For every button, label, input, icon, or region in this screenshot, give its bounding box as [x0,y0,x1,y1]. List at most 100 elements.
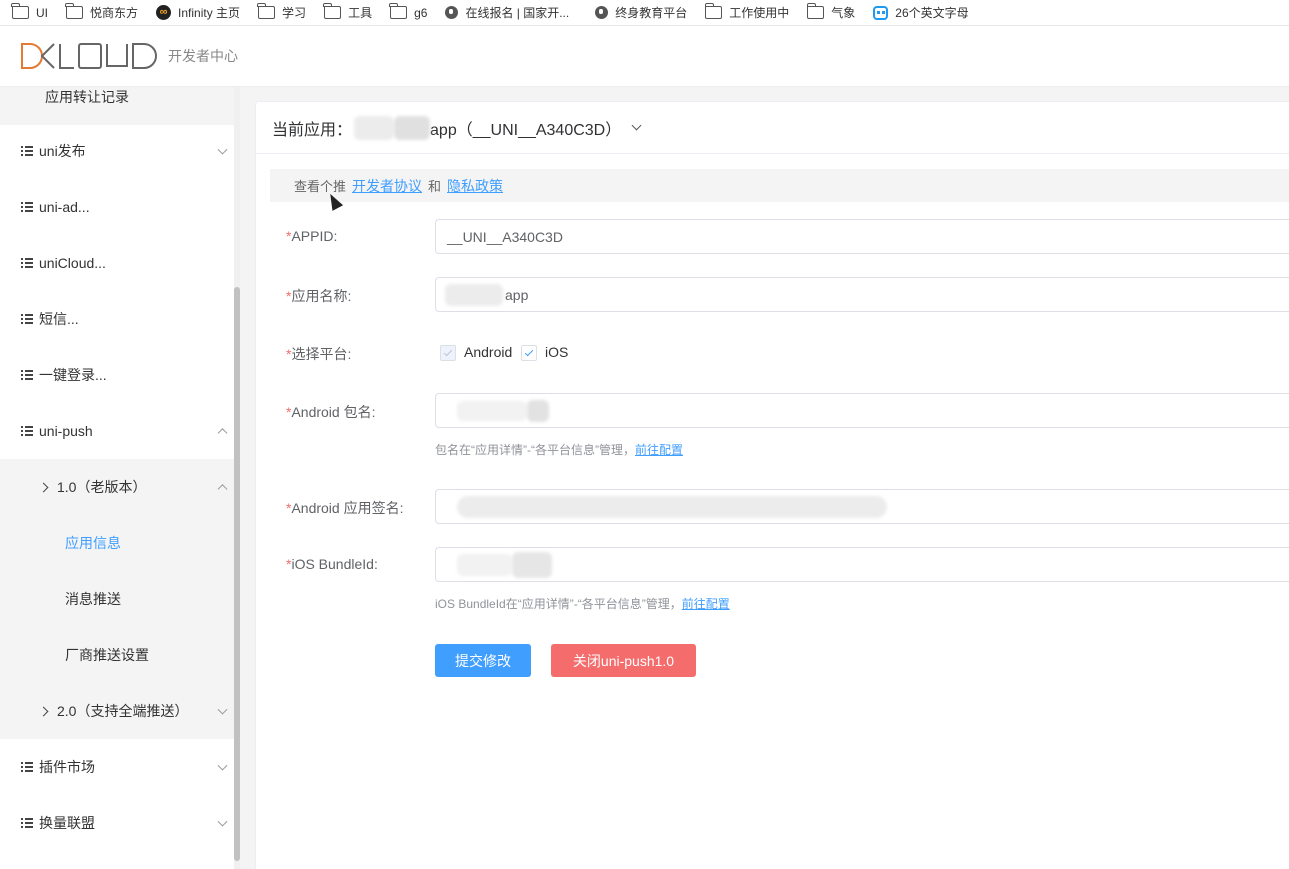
folder-icon [11,3,29,19]
appid-label: *APPID: [286,228,338,244]
goto-config-link[interactable]: 前往配置 [682,597,730,611]
android-sign-label: *Android 应用签名: [286,500,404,516]
chevron-down-icon [217,816,228,827]
chevron-right-icon [38,706,49,716]
sidebar-item-label: uni-ad... [39,199,90,215]
sidebar-item-push-v2[interactable]: 2.0（支持全端推送） [0,683,236,739]
dcloud-logo-mark [21,43,157,69]
list-icon [21,314,33,324]
redacted-app-name [445,283,503,306]
sidebar-item-vendor-push[interactable]: 厂商推送设置 [0,627,236,683]
list-icon [21,762,33,772]
developer-agreement-link[interactable]: 开发者协议 [352,176,422,196]
bookmark-weather[interactable]: 气象 [806,0,855,25]
sidebar-item-label: 换量联盟 [39,815,95,831]
sidebar-item-alliance[interactable]: 换量联盟 [0,795,236,851]
list-icon [21,258,33,268]
appid-input[interactable]: __UNI__A340C3D [435,219,1289,254]
list-icon [21,818,33,828]
bookmark-signup[interactable]: 在线报名 | 国家开... [445,0,569,25]
sidebar-item-label: 一键登录... [39,367,107,383]
close-push-button[interactable]: 关闭uni-push1.0 [551,644,696,677]
current-app-selector[interactable]: 当前应用： app（__UNI__A340C3D） [256,102,1289,154]
android-package-input[interactable] [435,393,1289,428]
chevron-up-icon [217,428,228,439]
folder-icon [65,3,83,19]
sidebar-item-label: 短信... [39,311,79,327]
redacted-value [527,399,549,422]
sidebar-item-unicloud[interactable]: uniCloud... [0,235,236,291]
bookmark-infinity[interactable]: ∞ Infinity 主页 [156,0,240,25]
redacted-value [457,553,512,576]
app-info-card: 当前应用： app（__UNI__A340C3D） [255,101,1289,869]
robot-icon [873,5,889,20]
chevron-down-icon [217,760,228,771]
android-package-hint: 包名在“应用详情”-“各平台信息”管理，前往配置 [435,443,683,457]
bookmark-edu[interactable]: 终身教育平台 [595,0,687,25]
sidebar-item-label: 插件市场 [39,759,95,775]
android-checkbox[interactable] [440,345,456,361]
sidebar-item-label: 应用信息 [65,535,121,551]
appname-input[interactable]: app [435,277,1289,312]
folder-icon [806,3,825,19]
sidebar-item-label: uni发布 [39,143,86,159]
bookmark-study[interactable]: 学习 [257,0,306,25]
list-icon [21,202,33,212]
goto-config-link[interactable]: 前往配置 [635,443,683,457]
redacted-value [457,400,527,421]
sidebar-item-uni-publish[interactable]: uni发布 [0,123,236,179]
platform-label: *选择平台: [286,346,352,362]
sidebar: 应用转让记录 uni发布 uni-ad... uniCloud... 短信...… [0,87,236,869]
list-icon [21,370,33,380]
globe-icon [595,6,609,19]
dcloud-logo[interactable]: 开发者中心 [20,41,238,71]
infinity-icon: ∞ [156,5,172,20]
redacted-app-name [354,115,395,140]
ios-checkbox-label: iOS [545,344,569,360]
globe-icon [445,6,459,19]
privacy-policy-link[interactable]: 隐私政策 [447,176,503,196]
sidebar-item-transfer[interactable]: 应用转让记录 [0,87,236,125]
android-checkbox-label: Android [464,344,513,360]
sidebar-item-one-login[interactable]: 一键登录... [0,347,236,403]
sidebar-item-label: 应用转让记录 [45,89,129,105]
bookmark-work[interactable]: 工作使用中 [704,0,789,25]
bookmark-yueshang[interactable]: 悦商东方 [65,0,138,25]
sidebar-item-plugin-market[interactable]: 插件市场 [0,739,236,795]
redacted-app-name [394,115,431,140]
current-app-label: 当前应用： [272,121,353,139]
folder-icon [704,3,723,19]
sidebar-item-sms[interactable]: 短信... [0,291,236,347]
chevron-down-icon [217,144,228,155]
sidebar-item-label: 1.0（老版本） [57,479,147,495]
ios-checkbox[interactable] [521,345,537,361]
sidebar-item-app-info[interactable]: 应用信息 [0,515,236,571]
bookmark-tools[interactable]: 工具 [323,0,372,25]
sidebar-item-label: uni-push [39,423,93,439]
redacted-value [457,495,887,518]
appname-label: *应用名称: [286,288,352,304]
sidebar-item-push-v1[interactable]: 1.0（老版本） [0,459,236,515]
folder-icon [323,3,342,19]
redacted-value [512,551,552,578]
ios-bundle-input[interactable] [435,547,1289,582]
android-sign-input[interactable] [435,489,1289,524]
bookmark-g6[interactable]: g6 [389,0,427,25]
folder-icon [389,3,408,19]
chevron-up-icon [217,484,228,495]
sidebar-item-msg-push[interactable]: 消息推送 [0,571,236,627]
bookmarks-bar: UI 悦商东方 ∞ Infinity 主页 学习 工具 g6 在线报名 | 国家开… [0,0,1289,26]
submit-button[interactable]: 提交修改 [435,644,531,677]
sidebar-item-uni-push[interactable]: uni-push [0,403,236,459]
folder-icon [257,3,276,19]
sidebar-item-uni-ad[interactable]: uni-ad... [0,179,236,235]
sidebar-item-label: 2.0（支持全端推送） [57,703,189,719]
ios-bundle-label: *iOS BundleId: [286,556,378,572]
bookmark-ui[interactable]: UI [11,0,48,25]
list-icon [21,426,33,436]
site-header: 开发者中心 [0,27,1289,87]
chevron-right-icon [38,482,49,492]
bookmark-letters[interactable]: 26个英文字母 [873,0,969,25]
chevron-down-icon [631,120,642,131]
ios-bundle-hint: iOS BundleId在“应用详情”-“各平台信息”管理，前往配置 [435,597,730,611]
